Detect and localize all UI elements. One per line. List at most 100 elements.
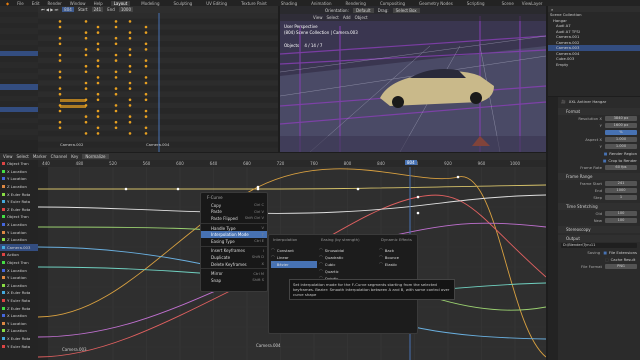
graph-channel-row[interactable]: Y Euler Rota [0, 342, 38, 350]
viewport-menu-select[interactable]: Select [327, 15, 339, 20]
graph-channel-row[interactable]: X Euler Rota [0, 190, 38, 198]
context-menu-item[interactable]: Insert Keyframes I [201, 248, 267, 255]
blender-logo-icon[interactable]: ◆ [6, 1, 9, 6]
render-region-checkbox[interactable]: ■ [604, 151, 608, 156]
render-region-row[interactable]: ■ Render Region [558, 150, 640, 157]
aspect-x-field[interactable]: 1.000 [605, 136, 637, 143]
interp-option[interactable]: ⌒ Cubic [319, 261, 377, 268]
aspect-y-field[interactable]: 1.000 [605, 143, 637, 150]
graph-channel-row[interactable]: X Location [0, 168, 38, 176]
workspace-tab[interactable]: Geometry Nodes [416, 1, 456, 6]
section-output[interactable]: Output [558, 235, 640, 242]
graph-menu-key[interactable]: Key [71, 154, 78, 159]
section-frame-range[interactable]: Frame Range [558, 173, 640, 180]
graph-menu-marker[interactable]: Marker [33, 154, 47, 159]
graph-channel-row[interactable]: Z Euler Rota [0, 304, 38, 312]
drag-select[interactable]: Select Box [392, 7, 420, 13]
section-time-stretching[interactable]: Time Stretching [558, 203, 640, 210]
workspace-tab[interactable]: Rendering [343, 1, 369, 6]
workspace-tab[interactable]: Texture Paint [238, 1, 270, 6]
start-field[interactable]: 241 [91, 7, 104, 12]
viewport-menu-object[interactable]: Object [355, 15, 368, 20]
graph-channel-row[interactable]: Y Location [0, 319, 38, 327]
outliner-filter-icon[interactable]: ⌕ [551, 7, 553, 12]
interp-option[interactable]: ⌒ Elastic [379, 261, 417, 268]
dopesheet-keyframes[interactable] [38, 13, 278, 152]
context-menu-item[interactable]: Mirror Ctrl M [201, 270, 267, 277]
graph-channel-row[interactable]: X Location [0, 312, 38, 320]
context-menu-item[interactable]: Paste Flipped Shift Ctrl V [201, 215, 267, 222]
menu-render[interactable]: Render [48, 1, 62, 6]
context-menu-item[interactable]: Copy Ctrl C [201, 202, 267, 209]
frame-ruler[interactable]: 4404805205606006406807207608008408809209… [38, 160, 546, 167]
graph-channel-row[interactable]: Camera.003 [0, 243, 38, 252]
viewport-menu-view[interactable]: View [313, 15, 323, 20]
interp-option[interactable]: ⌒ Sinusoidal [319, 247, 377, 254]
frame-step-field[interactable]: 1 [605, 194, 637, 201]
scene-selector[interactable]: Scene [502, 1, 514, 6]
frame-end-field[interactable]: 1000 [605, 187, 637, 194]
graph-channel-row[interactable]: Z Location [0, 327, 38, 335]
res-y-field[interactable]: 1600 px [605, 122, 637, 129]
graph-channel-row[interactable]: Y Location [0, 274, 38, 282]
interp-option[interactable]: ⌒ Bézier [271, 261, 317, 268]
graph-channel-row[interactable]: Z Location [0, 183, 38, 191]
orientation-select[interactable]: Default [352, 7, 374, 13]
context-menu-item[interactable]: Easing Type Ctrl E [201, 238, 267, 245]
interp-option[interactable]: ⌒ Bounce [379, 254, 417, 261]
new-field[interactable]: 100 [605, 217, 637, 224]
graph-channel-row[interactable]: X Location [0, 221, 38, 229]
context-menu-item[interactable]: Interpolation Mode T [201, 231, 267, 238]
interp-option[interactable]: ⌒ Quartic [319, 268, 377, 275]
res-x-field[interactable]: 3840 px [605, 115, 637, 122]
graph-menu-select[interactable]: Select [17, 154, 29, 159]
workspace-tab[interactable]: Animation [308, 1, 334, 6]
graph-channel-row[interactable]: Object Tran [0, 160, 38, 168]
graph-menu-channel[interactable]: Channel [51, 154, 67, 159]
interp-option[interactable]: ⌒ Constant [271, 247, 317, 254]
res-percent-field[interactable]: % [605, 129, 637, 136]
graph-channel-row[interactable]: X Euler Rota [0, 289, 38, 297]
menu-file[interactable]: File [17, 1, 24, 6]
menu-help[interactable]: Help [94, 1, 103, 6]
workspace-tab[interactable]: Modeling [138, 1, 162, 6]
interp-option[interactable]: ⌒ Quadratic [319, 254, 377, 261]
old-field[interactable]: 100 [605, 210, 637, 217]
graph-channel-row[interactable]: Y Euler Rota [0, 297, 38, 305]
context-menu-item[interactable]: Duplicate Shift D [201, 254, 267, 261]
crop-row[interactable]: ■ Crop to Render [558, 157, 640, 164]
viewport-menu-add[interactable]: Add [343, 15, 351, 20]
interp-option[interactable]: ⌒ Linear [271, 254, 317, 261]
graph-channel-row[interactable]: Y Location [0, 175, 38, 183]
section-format[interactable]: Format [558, 108, 640, 115]
frame-rate-select[interactable]: 60 fps [605, 164, 637, 171]
graph-channel-row[interactable]: X Location [0, 266, 38, 274]
graph-channel-row[interactable]: Y Euler Rota [0, 198, 38, 206]
normalize-toggle[interactable]: Normalize [82, 154, 109, 159]
outliner-item[interactable]: Empty [548, 62, 640, 68]
graph-channel-row[interactable]: Action [0, 251, 38, 259]
menu-window[interactable]: Window [70, 1, 86, 6]
end-field[interactable]: 1000 [118, 7, 134, 12]
3d-viewport[interactable]: Orientation: Default Drag: Select Box Vi… [280, 6, 546, 152]
graph-channel-row[interactable]: Object Tran [0, 213, 38, 221]
graph-menu-view[interactable]: View [3, 154, 13, 159]
menu-edit[interactable]: Edit [32, 1, 40, 6]
playhead-frame-field[interactable]: 804 [62, 7, 74, 12]
workspace-tab[interactable]: Scripting [464, 1, 488, 6]
context-menu-item[interactable]: Snap Shift S [201, 277, 267, 284]
file-ext-checkbox[interactable]: ■ [603, 250, 607, 255]
workspace-tab[interactable]: UV Editing [203, 1, 230, 6]
graph-channel-row[interactable]: X Euler Rota [0, 335, 38, 343]
file-format-select[interactable]: PNG [605, 263, 637, 270]
workspace-tab[interactable]: Compositing [377, 1, 408, 6]
frame-start-field[interactable]: 241 [605, 180, 637, 187]
section-stereoscopy[interactable]: Stereoscopy [558, 226, 640, 233]
graph-channel-row[interactable]: Y Location [0, 228, 38, 236]
graph-playhead-label[interactable]: 804 [405, 160, 417, 165]
graph-channel-row[interactable]: Object Tran [0, 259, 38, 267]
play-controls[interactable]: ⏮ ◀ ▶ ⏭ [41, 7, 58, 12]
output-path-field[interactable]: D:\Blender\Tyru11 [561, 242, 637, 249]
workspace-tab-layout[interactable]: Layout [110, 0, 131, 6]
graph-channel-row[interactable]: Z Location [0, 282, 38, 290]
